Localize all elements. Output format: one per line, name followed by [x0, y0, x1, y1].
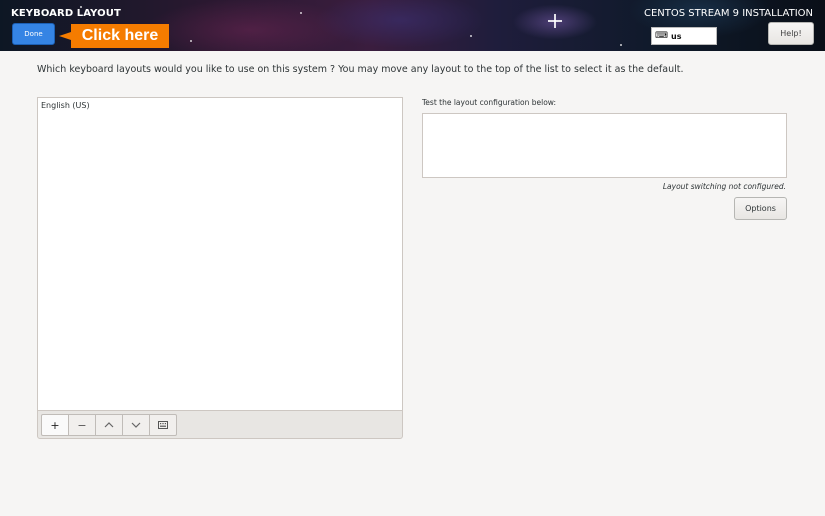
layout-list[interactable]: English (US) — [37, 97, 403, 410]
keyboard-icon — [158, 421, 168, 429]
page-title: KEYBOARD LAYOUT — [11, 8, 121, 19]
chevron-up-icon — [104, 422, 114, 428]
star-decoration — [620, 44, 622, 46]
sparkle-decoration — [548, 14, 562, 28]
keyboard-indicator[interactable]: ⌨ us — [651, 27, 717, 45]
star-decoration — [300, 12, 302, 14]
layout-toolbar: + − — [37, 410, 403, 439]
done-button[interactable]: Done — [12, 23, 55, 45]
move-down-button[interactable] — [122, 414, 150, 436]
test-layout-textarea[interactable] — [422, 113, 787, 178]
callout-label: Click here — [71, 24, 169, 48]
product-title: CENTOS STREAM 9 INSTALLATION — [644, 8, 813, 19]
layout-switching-status: Layout switching not configured. — [662, 182, 786, 191]
add-layout-button[interactable]: + — [41, 414, 69, 436]
star-decoration — [470, 35, 472, 37]
click-here-callout: Click here — [59, 24, 169, 48]
instruction-text: Which keyboard layouts would you like to… — [37, 64, 684, 75]
test-layout-label: Test the layout configuration below: — [422, 98, 557, 107]
options-button[interactable]: Options — [734, 197, 787, 220]
callout-arrow-icon — [59, 32, 71, 40]
preview-layout-button[interactable] — [149, 414, 177, 436]
help-button[interactable]: Help! — [768, 22, 814, 45]
layout-list-item[interactable]: English (US) — [38, 98, 402, 113]
keyboard-indicator-label: us — [671, 31, 682, 41]
chevron-down-icon — [131, 422, 141, 428]
keyboard-icon: ⌨ — [655, 31, 668, 41]
header-bar: KEYBOARD LAYOUT Done Click here CENTOS S… — [0, 0, 825, 51]
move-up-button[interactable] — [95, 414, 123, 436]
remove-layout-button[interactable]: − — [68, 414, 96, 436]
star-decoration — [190, 40, 192, 42]
